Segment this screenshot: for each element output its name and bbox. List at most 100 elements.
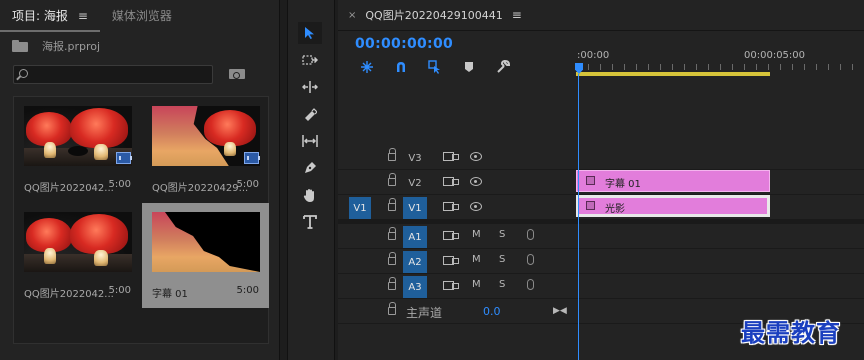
tab-media-browser[interactable]: 媒体浏览器 xyxy=(100,0,184,32)
project-items-grid: QQ图片2022042... 5:00 QQ图片20220429... 5:00 xyxy=(13,96,269,344)
eye-icon[interactable] xyxy=(470,152,482,161)
timeline-tab-bar: × QQ图片20220429100441 ≡ xyxy=(338,0,864,30)
sync-lock-icon[interactable] xyxy=(443,152,459,161)
track-header-v2: V2 xyxy=(338,170,576,195)
clip-label: 字幕 01 xyxy=(605,179,641,190)
item-duration: 5:00 xyxy=(236,179,259,190)
mute-button[interactable]: M xyxy=(472,279,481,290)
lock-icon[interactable] xyxy=(388,302,396,315)
project-file-name: 海报.prproj xyxy=(42,40,101,53)
track-area-a2[interactable] xyxy=(576,249,864,274)
track-header-a2: A2 M S xyxy=(338,249,576,274)
lock-icon[interactable] xyxy=(388,173,396,186)
slip-tool-icon[interactable] xyxy=(298,130,322,152)
ruler-ticks xyxy=(576,64,864,70)
eye-icon[interactable] xyxy=(470,202,482,211)
track-name-v2[interactable]: V2 xyxy=(403,172,427,194)
nest-toggle-icon[interactable] xyxy=(359,59,375,75)
item-duration: 5:00 xyxy=(236,285,259,296)
razor-tool-icon[interactable] xyxy=(298,103,322,125)
mute-button[interactable]: M xyxy=(472,229,481,240)
source-patch-v1[interactable]: V1 xyxy=(349,197,371,219)
microphone-icon[interactable] xyxy=(527,229,534,240)
sync-lock-icon[interactable] xyxy=(443,231,459,240)
microphone-icon[interactable] xyxy=(527,254,534,265)
time-ruler[interactable]: :00:00 00:00:05:00 xyxy=(576,30,864,78)
folder-icon xyxy=(12,40,28,52)
track-name-a3[interactable]: A3 xyxy=(403,276,427,298)
playhead-line[interactable] xyxy=(578,74,579,360)
go-to-end-icon[interactable]: ▶◀ xyxy=(553,306,567,316)
item-thumbnail xyxy=(152,212,260,272)
ripple-edit-tool-icon[interactable] xyxy=(298,76,322,98)
work-area-bar[interactable] xyxy=(576,72,770,76)
tab-project[interactable]: 项目: 海报 ≡ xyxy=(0,2,100,32)
clip-subtitle[interactable]: 字幕 01 xyxy=(576,170,770,192)
wrench-settings-icon[interactable] xyxy=(495,59,511,75)
lock-icon[interactable] xyxy=(388,277,396,290)
panel-menu-icon[interactable]: ≡ xyxy=(78,9,88,23)
tools-panel xyxy=(287,0,335,360)
track-area-v1[interactable]: 光影 xyxy=(576,195,864,220)
linked-selection-icon[interactable] xyxy=(427,59,443,75)
track-area-v3[interactable] xyxy=(576,145,864,170)
track-area-a3[interactable] xyxy=(576,274,864,299)
track-area-v2[interactable]: 字幕 01 xyxy=(576,170,864,195)
lock-icon[interactable] xyxy=(388,252,396,265)
project-item[interactable]: QQ图片2022042... 5:00 xyxy=(14,203,141,308)
pen-tool-icon[interactable] xyxy=(298,157,322,179)
panel-menu-icon[interactable]: ≡ xyxy=(512,8,522,22)
tab-sequence[interactable]: QQ图片20220429100441 xyxy=(365,7,502,23)
project-item[interactable]: QQ图片2022042... 5:00 xyxy=(14,97,141,202)
type-tool-icon[interactable] xyxy=(298,211,322,233)
track-header-master: 主声道 0.0 ▶◀ xyxy=(338,299,576,324)
new-bin-icon[interactable] xyxy=(229,67,245,79)
track-header-v3: V3 xyxy=(338,145,576,170)
lock-icon[interactable] xyxy=(388,227,396,240)
lock-icon[interactable] xyxy=(388,198,396,211)
item-name: QQ图片20220429... xyxy=(152,183,249,194)
solo-button[interactable]: S xyxy=(499,254,505,265)
track-name-a1[interactable]: A1 xyxy=(403,226,427,248)
track-name-v1[interactable]: V1 xyxy=(403,197,427,219)
playhead-timecode[interactable]: 00:00:00:00 xyxy=(355,36,453,52)
track-header-a1: A1 M S xyxy=(338,224,576,249)
lock-icon[interactable] xyxy=(388,148,396,161)
search-input[interactable] xyxy=(13,65,213,84)
add-marker-icon[interactable] xyxy=(461,59,477,75)
project-tabs: 项目: 海报 ≡ 媒体浏览器 xyxy=(0,0,280,32)
track-header-v1: V1 V1 xyxy=(338,195,576,220)
snap-magnet-icon[interactable] xyxy=(393,59,409,75)
clip-label: 光影 xyxy=(605,204,625,215)
sync-lock-icon[interactable] xyxy=(443,256,459,265)
mute-button[interactable]: M xyxy=(472,254,481,265)
solo-button[interactable]: S xyxy=(499,229,505,240)
solo-button[interactable]: S xyxy=(499,279,505,290)
hand-tool-icon[interactable] xyxy=(298,184,322,206)
master-volume-value[interactable]: 0.0 xyxy=(483,305,501,318)
watermark-logo: 最需教育 xyxy=(741,318,841,347)
project-item-selected[interactable]: 字幕 01 5:00 xyxy=(142,203,269,308)
track-name-a2[interactable]: A2 xyxy=(403,251,427,273)
item-duration: 5:00 xyxy=(108,179,131,190)
track-area-a1[interactable] xyxy=(576,224,864,249)
search-icon xyxy=(19,69,28,78)
track-select-tool-icon[interactable] xyxy=(298,49,322,71)
timeline-panel: × QQ图片20220429100441 ≡ 00:00:00:00 :00:0… xyxy=(338,0,864,360)
sync-lock-icon[interactable] xyxy=(443,177,459,186)
project-item[interactable]: QQ图片20220429... 5:00 xyxy=(142,97,269,202)
fx-badge-icon xyxy=(586,201,595,210)
project-file-row: 海报.prproj xyxy=(12,38,100,54)
close-icon[interactable]: × xyxy=(348,10,356,21)
fx-badge-icon xyxy=(586,176,595,185)
tab-project-label: 项目: 海报 xyxy=(12,9,68,23)
item-name: QQ图片2022042... xyxy=(24,183,114,194)
sequence-badge-icon xyxy=(244,152,260,164)
track-name-v3[interactable]: V3 xyxy=(403,147,427,169)
sync-lock-icon[interactable] xyxy=(443,202,459,211)
clip-light[interactable]: 光影 xyxy=(576,195,770,217)
eye-icon[interactable] xyxy=(470,177,482,186)
microphone-icon[interactable] xyxy=(527,279,534,290)
selection-tool-icon[interactable] xyxy=(298,22,322,44)
sync-lock-icon[interactable] xyxy=(443,281,459,290)
